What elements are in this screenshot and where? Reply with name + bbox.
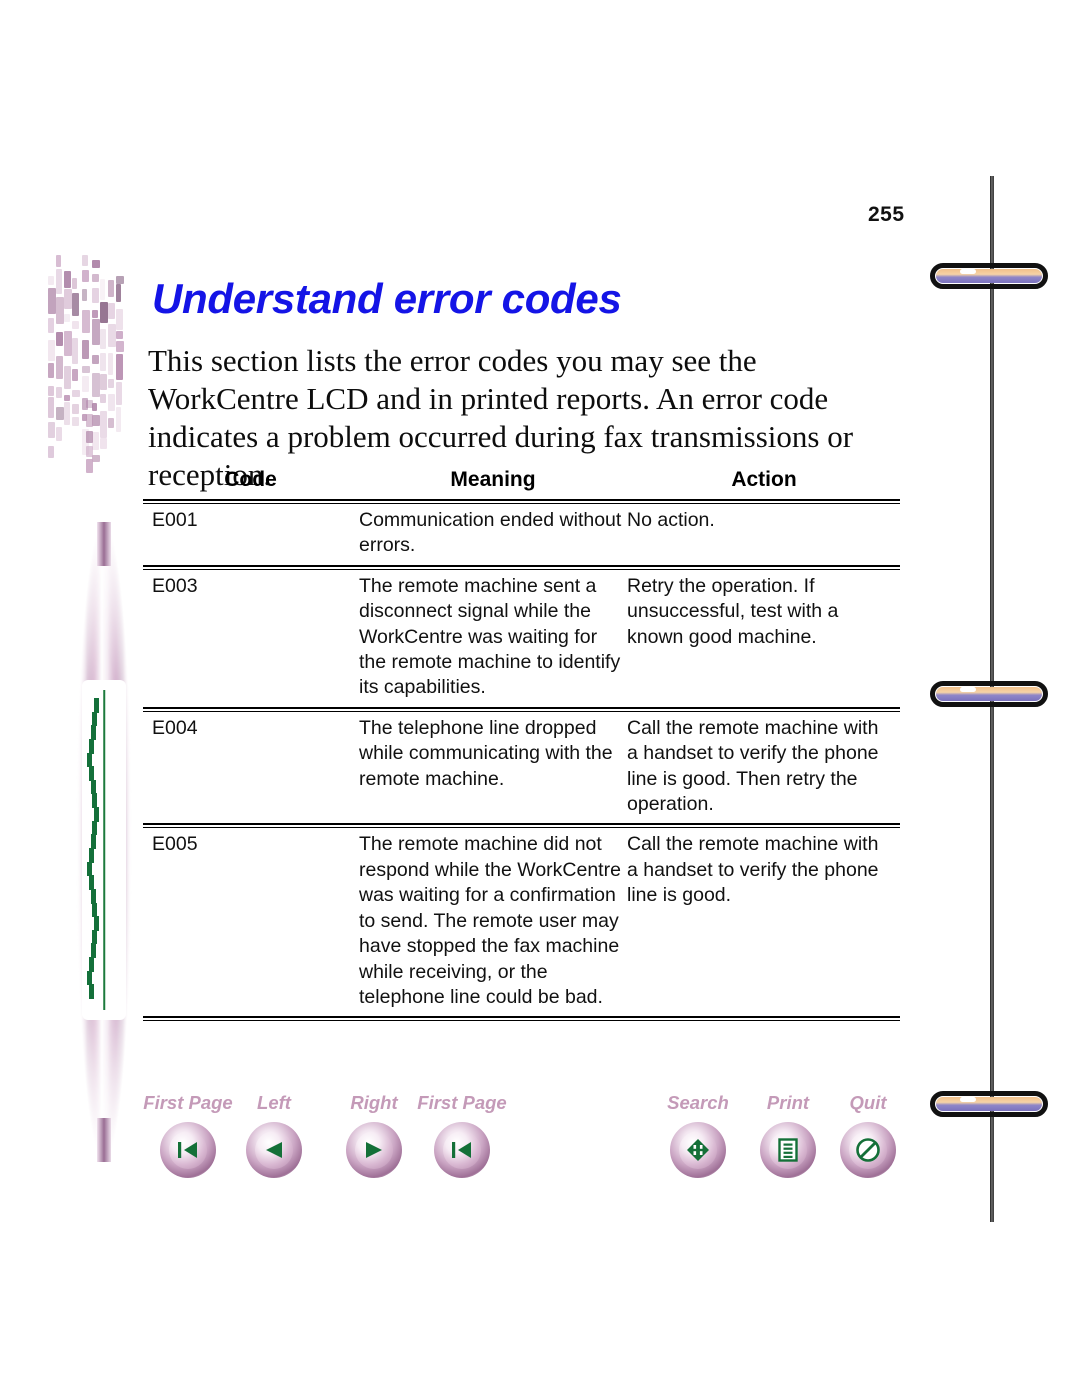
first-page-icon[interactable]	[434, 1122, 490, 1178]
binding-ring	[930, 263, 1048, 289]
first-page-glyph	[452, 1142, 471, 1158]
nav-button-right[interactable]: Right	[343, 1092, 405, 1178]
binding-ring-inner	[936, 269, 1042, 283]
first-page-glyph	[178, 1142, 197, 1158]
column-header-action: Action	[731, 468, 797, 491]
nav-label-right: Right	[350, 1092, 398, 1113]
quit-no-entry-icon[interactable]	[840, 1122, 896, 1178]
table-row: E001 Communication ended without errors.…	[143, 504, 900, 565]
nav-button-search[interactable]: Search	[658, 1092, 738, 1178]
nav-label-first-page-2: First Page	[417, 1092, 507, 1113]
quit-no-entry-glyph	[856, 1138, 880, 1162]
right-arrow-glyph	[366, 1142, 382, 1158]
table-row: E004 The telephone line dropped while co…	[143, 712, 900, 824]
cell-meaning: Communication ended without errors.	[359, 509, 622, 557]
table-row: E003 The remote machine sent a disconnec…	[143, 570, 900, 707]
right-arrow-icon[interactable]	[346, 1122, 402, 1178]
cell-code: E001	[152, 509, 198, 531]
nav-label-left: Left	[257, 1092, 291, 1113]
page-title: Understand error codes	[152, 275, 622, 323]
nav-button-left[interactable]: Left	[246, 1092, 302, 1178]
binding-ring-inner	[936, 687, 1042, 701]
abstract-bars-graphic	[46, 250, 130, 480]
cell-action: Call the remote machine with a handset t…	[627, 716, 879, 816]
nav-button-quit[interactable]: Quit	[838, 1092, 898, 1178]
nav-label-first-page: First Page	[143, 1092, 233, 1113]
nav-button-first-page-2[interactable]: First Page	[412, 1092, 512, 1178]
nav-label-quit: Quit	[849, 1092, 887, 1113]
binding-ring	[930, 681, 1048, 707]
cell-meaning: The telephone line dropped while communi…	[359, 716, 613, 790]
nav-button-print[interactable]: Print	[752, 1092, 824, 1178]
column-header-meaning: Meaning	[450, 468, 536, 491]
nav-button-first-page[interactable]: First Page	[138, 1092, 238, 1178]
print-document-icon[interactable]	[760, 1122, 816, 1178]
cell-code: E005	[152, 833, 198, 856]
cell-meaning: The remote machine sent a disconnect sig…	[359, 574, 621, 699]
cell-code: E003	[152, 574, 198, 597]
table-row: E005 The remote machine did not respond …	[143, 828, 900, 1016]
page-number: 255	[868, 203, 905, 226]
cell-action: No action.	[627, 509, 715, 531]
cell-action: Call the remote machine with a handset t…	[627, 833, 879, 907]
left-arrow-glyph	[266, 1142, 282, 1158]
cell-action: Retry the operation. If unsuccessful, te…	[627, 574, 839, 648]
cell-meaning: The remote machine did not respond while…	[359, 833, 621, 1008]
navigation-bar: First Page Left Right First Page Search …	[0, 1092, 1080, 1202]
cell-code: E004	[152, 716, 198, 739]
search-h-icon[interactable]	[670, 1122, 726, 1178]
column-header-code: Code	[224, 468, 277, 491]
left-arrow-icon[interactable]	[246, 1122, 302, 1178]
nav-label-print: Print	[766, 1092, 810, 1113]
binding-ring-gloss	[960, 269, 976, 274]
stylus-pen-graphic	[56, 522, 152, 1162]
nav-label-search: Search	[667, 1092, 729, 1113]
error-code-table: Code Meaning Action E001 Communication e…	[143, 468, 900, 1022]
search-h-glyph	[687, 1139, 709, 1161]
first-page-icon[interactable]	[160, 1122, 216, 1178]
binding-ring-gloss	[960, 687, 976, 692]
table-rule-bottom	[143, 1016, 900, 1022]
pen-zigzag	[84, 698, 104, 999]
print-document-glyph	[778, 1138, 798, 1162]
table-header-row: Code Meaning Action	[143, 468, 900, 499]
pen-tip-top	[97, 522, 111, 566]
